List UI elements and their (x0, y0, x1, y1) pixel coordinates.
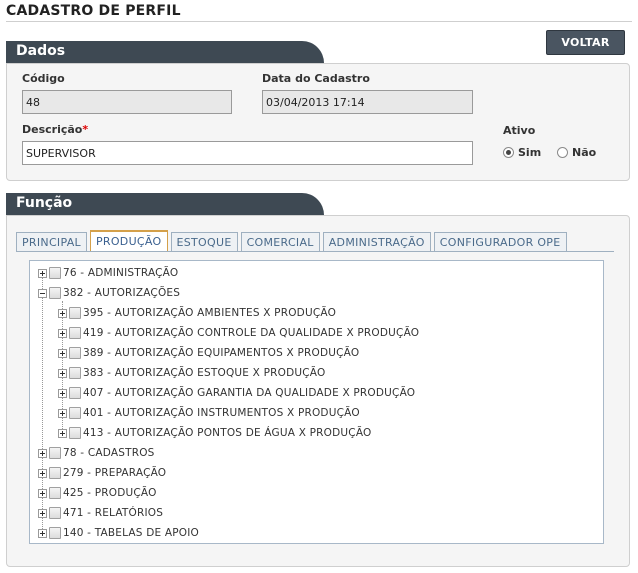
expand-plus-icon[interactable] (38, 508, 47, 518)
expand-plus-icon[interactable] (58, 368, 67, 378)
required-marker: * (82, 123, 89, 136)
tree-node-autorizacao-ambientes[interactable]: 395 - AUTORIZAÇÃO AMBIENTES X PRODUÇÃO (58, 304, 336, 322)
radio-dot-icon (557, 147, 568, 158)
funcao-tabs: PRINCIPAL PRODUÇÃO ESTOQUE COMERCIAL ADM… (16, 230, 570, 251)
checkbox[interactable] (69, 407, 81, 419)
checkbox[interactable] (69, 387, 81, 399)
tree-node-label: 78 - CADASTROS (63, 447, 155, 459)
ativo-nao-label: Não (572, 146, 597, 159)
tree-node-label: 140 - TABELAS DE APOIO (63, 527, 199, 539)
data-cadastro-field[interactable]: 03/04/2013 17:14 (262, 90, 473, 114)
tree-node-label: 389 - AUTORIZAÇÃO EQUIPAMENTOS X PRODUÇÃ… (83, 347, 360, 359)
tree-node-label: 76 - ADMINISTRAÇÃO (63, 267, 179, 279)
tree-node-relatorios[interactable]: 471 - RELATÓRIOS (38, 504, 163, 522)
tree-node-label: 419 - AUTORIZAÇÃO CONTROLE DA QUALIDADE … (83, 327, 420, 339)
tree-node-label: 401 - AUTORIZAÇÃO INSTRUMENTOS X PRODUÇÃ… (83, 407, 360, 419)
tree-node-producao[interactable]: 425 - PRODUÇÃO (38, 484, 157, 502)
tree-node-preparacao[interactable]: 279 - PREPARAÇÃO (38, 464, 166, 482)
checkbox[interactable] (49, 267, 61, 279)
checkbox[interactable] (69, 367, 81, 379)
back-button[interactable]: VOLTAR (546, 30, 625, 55)
dados-section-header: Dados (6, 41, 324, 63)
tab-administracao[interactable]: ADMINISTRAÇÃO (322, 232, 431, 251)
tree-node-label: 407 - AUTORIZAÇÃO GARANTIA DA QUALIDADE … (83, 387, 416, 399)
checkbox[interactable] (49, 467, 61, 479)
expand-plus-icon[interactable] (58, 328, 67, 338)
tree-node-label: 383 - AUTORIZAÇÃO ESTOQUE X PRODUÇÃO (83, 367, 326, 379)
tree-node-label: 413 - AUTORIZAÇÃO PONTOS DE ÁGUA X PRODU… (83, 427, 372, 439)
tree-node-autorizacao-controle-qualidade[interactable]: 419 - AUTORIZAÇÃO CONTROLE DA QUALIDADE … (58, 324, 419, 342)
expand-plus-icon[interactable] (38, 468, 47, 478)
codigo-label: Código (22, 72, 65, 85)
expand-plus-icon[interactable] (38, 528, 47, 538)
tab-producao[interactable]: PRODUÇÃO (89, 230, 168, 251)
descricao-label-text: Descrição (22, 123, 83, 136)
tree-node-administracao[interactable]: 76 - ADMINISTRAÇÃO (38, 264, 178, 282)
tab-configurador-ope[interactable]: CONFIGURADOR OPE (433, 232, 567, 251)
tree-node-cadastros[interactable]: 78 - CADASTROS (38, 444, 155, 462)
expand-plus-icon[interactable] (58, 388, 67, 398)
title-divider (6, 21, 632, 22)
data-cadastro-label: Data do Cadastro (262, 72, 370, 85)
checkbox[interactable] (49, 527, 61, 539)
tree-node-label: 395 - AUTORIZAÇÃO AMBIENTES X PRODUÇÃO (83, 307, 337, 319)
expand-plus-icon[interactable] (38, 268, 47, 278)
tree-node-tabelas-apoio[interactable]: 140 - TABELAS DE APOIO (38, 524, 199, 542)
tab-comercial[interactable]: COMERCIAL (240, 232, 320, 251)
codigo-field[interactable]: 48 (22, 90, 232, 114)
tab-estoque[interactable]: ESTOQUE (170, 232, 238, 251)
tree-node-label: 279 - PREPARAÇÃO (63, 467, 167, 479)
checkbox[interactable] (69, 327, 81, 339)
ativo-sim-radio[interactable]: Sim (503, 146, 541, 159)
funcao-section-header: Função (6, 193, 324, 215)
checkbox[interactable] (49, 507, 61, 519)
tree-node-label: 382 - AUTORIZAÇÕES (63, 287, 181, 299)
descricao-label: Descrição* (22, 123, 88, 136)
checkbox[interactable] (49, 487, 61, 499)
collapse-minus-icon[interactable] (38, 288, 47, 298)
descricao-input[interactable]: SUPERVISOR (22, 141, 473, 165)
page-title: CADASTRO DE PERFIL (6, 3, 181, 19)
checkbox[interactable] (49, 447, 61, 459)
tab-principal[interactable]: PRINCIPAL (16, 232, 87, 251)
tree-node-autorizacao-garantia-qualidade[interactable]: 407 - AUTORIZAÇÃO GARANTIA DA QUALIDADE … (58, 384, 415, 402)
checkbox[interactable] (49, 287, 61, 299)
ativo-sim-label: Sim (518, 146, 542, 159)
radio-dot-icon (503, 147, 514, 158)
ativo-label: Ativo (503, 124, 536, 137)
tree-node-label: 471 - RELATÓRIOS (63, 507, 164, 519)
expand-plus-icon[interactable] (58, 428, 67, 438)
ativo-nao-radio[interactable]: Não (557, 146, 596, 159)
tree-node-autorizacao-equipamentos[interactable]: 389 - AUTORIZAÇÃO EQUIPAMENTOS X PRODUÇÃ… (58, 344, 359, 362)
expand-plus-icon[interactable] (38, 488, 47, 498)
tree-node-autorizacao-pontos-agua[interactable]: 413 - AUTORIZAÇÃO PONTOS DE ÁGUA X PRODU… (58, 424, 372, 442)
expand-plus-icon[interactable] (58, 308, 67, 318)
tree-node-label: 425 - PRODUÇÃO (63, 487, 157, 499)
checkbox[interactable] (69, 427, 81, 439)
checkbox[interactable] (69, 347, 81, 359)
checkbox[interactable] (69, 307, 81, 319)
expand-plus-icon[interactable] (38, 448, 47, 458)
tree-node-autorizacao-instrumentos[interactable]: 401 - AUTORIZAÇÃO INSTRUMENTOS X PRODUÇÃ… (58, 404, 360, 422)
tree-node-autorizacoes[interactable]: 382 - AUTORIZAÇÕES (38, 284, 180, 302)
permission-tree: 76 - ADMINISTRAÇÃO 382 - AUTORIZAÇÕES 39… (29, 260, 604, 544)
tree-node-autorizacao-estoque[interactable]: 383 - AUTORIZAÇÃO ESTOQUE X PRODUÇÃO (58, 364, 325, 382)
expand-plus-icon[interactable] (58, 348, 67, 358)
expand-plus-icon[interactable] (58, 408, 67, 418)
